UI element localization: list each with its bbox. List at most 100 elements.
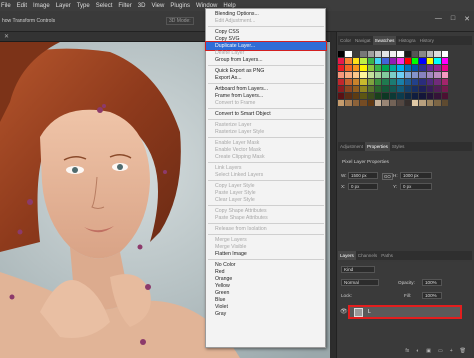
swatch[interactable] xyxy=(434,93,441,99)
swatch[interactable] xyxy=(360,72,367,78)
swatch[interactable] xyxy=(434,79,441,85)
swatch[interactable] xyxy=(375,79,382,85)
swatch[interactable] xyxy=(375,51,382,57)
eye-icon[interactable]: 👁 xyxy=(340,308,348,315)
swatch[interactable] xyxy=(419,93,426,99)
swatch[interactable] xyxy=(375,72,382,78)
menu-filter[interactable]: Filter xyxy=(118,3,131,9)
menu-item-group-from-layers[interactable]: Group from Layers... xyxy=(206,56,326,64)
swatch[interactable] xyxy=(360,58,367,64)
swatch[interactable] xyxy=(338,65,345,71)
swatch[interactable] xyxy=(397,100,404,106)
swatch[interactable] xyxy=(412,58,419,64)
link-label[interactable]: GO xyxy=(382,173,393,180)
layers-footer-icon[interactable]: 🗑 xyxy=(460,348,466,356)
swatch[interactable] xyxy=(345,86,352,92)
swatch[interactable] xyxy=(441,65,449,71)
swatch[interactable] xyxy=(382,86,389,92)
swatch[interactable] xyxy=(419,58,426,64)
swatch[interactable] xyxy=(352,65,360,71)
swatch[interactable] xyxy=(434,100,441,106)
swatch[interactable] xyxy=(419,79,426,85)
swatch[interactable] xyxy=(389,65,397,71)
swatch[interactable] xyxy=(389,86,397,92)
swatch[interactable] xyxy=(426,51,434,57)
swatch[interactable] xyxy=(352,79,360,85)
menu-item-convert-to-smart-object[interactable]: Convert to Smart Object xyxy=(206,110,326,118)
swatches-tab-histogra[interactable]: Histogra xyxy=(396,36,417,45)
swatch[interactable] xyxy=(412,72,419,78)
swatch[interactable] xyxy=(426,79,434,85)
swatch[interactable] xyxy=(389,58,397,64)
layer-item[interactable]: L xyxy=(348,305,462,319)
swatch[interactable] xyxy=(382,79,389,85)
swatches-tab-navigat[interactable]: Navigat xyxy=(353,36,373,45)
swatch[interactable] xyxy=(419,72,426,78)
swatch[interactable] xyxy=(375,65,382,71)
swatch[interactable] xyxy=(382,65,389,71)
swatch[interactable] xyxy=(441,93,449,99)
swatch[interactable] xyxy=(352,93,360,99)
swatch[interactable] xyxy=(345,100,352,106)
swatch[interactable] xyxy=(426,93,434,99)
swatch[interactable] xyxy=(345,79,352,85)
swatch[interactable] xyxy=(367,79,375,85)
swatch[interactable] xyxy=(338,79,345,85)
swatch[interactable] xyxy=(397,93,404,99)
menu-image[interactable]: Image xyxy=(33,3,50,9)
swatches-tab-history[interactable]: History xyxy=(418,36,436,45)
y-field[interactable]: 0 px xyxy=(400,183,432,190)
swatch[interactable] xyxy=(382,58,389,64)
swatch[interactable] xyxy=(404,58,412,64)
swatch[interactable] xyxy=(367,65,375,71)
swatch[interactable] xyxy=(367,51,375,57)
swatch[interactable] xyxy=(367,100,375,106)
swatch[interactable] xyxy=(360,51,367,57)
swatch[interactable] xyxy=(441,79,449,85)
swatch[interactable] xyxy=(338,93,345,99)
swatch[interactable] xyxy=(345,65,352,71)
swatch[interactable] xyxy=(404,100,412,106)
swatch[interactable] xyxy=(397,58,404,64)
swatch[interactable] xyxy=(375,100,382,106)
swatch[interactable] xyxy=(389,51,397,57)
swatch[interactable] xyxy=(352,51,360,57)
swatches-tab-swatches[interactable]: Swatches xyxy=(372,36,397,45)
swatch[interactable] xyxy=(441,58,449,64)
properties-tab-adjustment[interactable]: Adjustment xyxy=(338,142,365,151)
menu-type[interactable]: Type xyxy=(77,3,90,9)
menu-select[interactable]: Select xyxy=(96,3,113,9)
layers-tab-channels[interactable]: Channels xyxy=(356,251,379,260)
menu-file[interactable]: File xyxy=(1,3,11,9)
swatch[interactable] xyxy=(345,51,352,57)
swatch[interactable] xyxy=(338,58,345,64)
swatch[interactable] xyxy=(404,79,412,85)
menu-edit[interactable]: Edit xyxy=(17,3,27,9)
swatch[interactable] xyxy=(412,79,419,85)
width-field[interactable]: 1500 px xyxy=(348,172,378,179)
swatch[interactable] xyxy=(434,51,441,57)
swatch[interactable] xyxy=(382,72,389,78)
swatch[interactable] xyxy=(404,65,412,71)
swatch[interactable] xyxy=(352,100,360,106)
swatch[interactable] xyxy=(404,93,412,99)
swatch[interactable] xyxy=(412,93,419,99)
menu-item-flatten-image[interactable]: Flatten Image xyxy=(206,250,326,258)
panel-icon-strip[interactable] xyxy=(330,32,337,358)
layers-footer-icon[interactable]: ▣ xyxy=(426,348,431,356)
close-tab-icon[interactable]: ✕ xyxy=(4,33,9,40)
swatch[interactable] xyxy=(441,100,449,106)
swatch[interactable] xyxy=(426,72,434,78)
swatch[interactable] xyxy=(367,86,375,92)
swatch[interactable] xyxy=(434,72,441,78)
menu-plugins[interactable]: Plugins xyxy=(170,3,190,9)
layers-tab-layers[interactable]: Layers xyxy=(338,251,356,260)
swatch[interactable] xyxy=(338,72,345,78)
menu-3d[interactable]: 3D xyxy=(138,3,146,9)
swatch[interactable] xyxy=(352,58,360,64)
swatch[interactable] xyxy=(352,86,360,92)
swatch[interactable] xyxy=(419,100,426,106)
swatch[interactable] xyxy=(367,58,375,64)
swatch[interactable] xyxy=(345,72,352,78)
swatch[interactable] xyxy=(360,100,367,106)
